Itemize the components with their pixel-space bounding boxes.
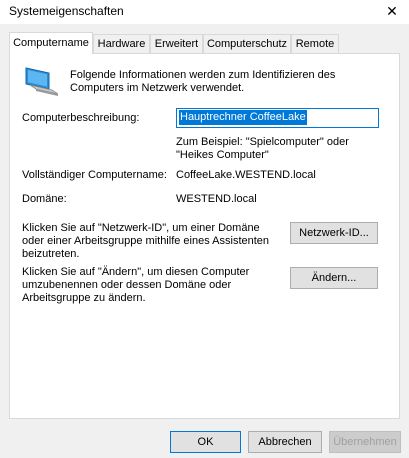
- domain-label: Domäne:: [22, 193, 67, 205]
- description-input[interactable]: Hauptrechner CoffeeLake: [176, 108, 379, 128]
- tab-hardware[interactable]: Hardware: [93, 34, 150, 53]
- network-id-button[interactable]: Netzwerk-ID...: [290, 222, 378, 244]
- change-button[interactable]: Ändern...: [290, 267, 378, 289]
- apply-button[interactable]: Übernehmen: [329, 431, 401, 453]
- computer-icon: [25, 67, 58, 96]
- change-text: Klicken Sie auf "Ändern", um diesen Comp…: [22, 266, 250, 304]
- description-example: Zum Beispiel: "Spielcomputer" oder "Heik…: [176, 136, 349, 161]
- intro-text: Folgende Informationen werden zum Identi…: [70, 69, 336, 94]
- netid-text: Klicken Sie auf "Netzwerk-ID", um einer …: [22, 222, 270, 260]
- description-label: Computerbeschreibung:: [22, 112, 140, 124]
- tab-remote[interactable]: Remote: [291, 34, 339, 53]
- ok-button[interactable]: OK: [170, 431, 241, 453]
- fullname-value: CoffeeLake.WESTEND.local: [176, 169, 316, 181]
- fullname-label: Vollständiger Computername:: [22, 169, 167, 181]
- cancel-button[interactable]: Abbrechen: [248, 431, 322, 453]
- close-icon[interactable]: ✕: [383, 2, 401, 20]
- description-value: Hauptrechner CoffeeLake: [179, 110, 307, 125]
- tab-computername[interactable]: Computername: [9, 32, 93, 54]
- window-title: Systemeigenschaften: [9, 4, 124, 18]
- domain-value: WESTEND.local: [176, 193, 257, 205]
- tab-computerschutz[interactable]: Computerschutz: [203, 34, 291, 53]
- tab-erweitert[interactable]: Erweitert: [150, 34, 203, 53]
